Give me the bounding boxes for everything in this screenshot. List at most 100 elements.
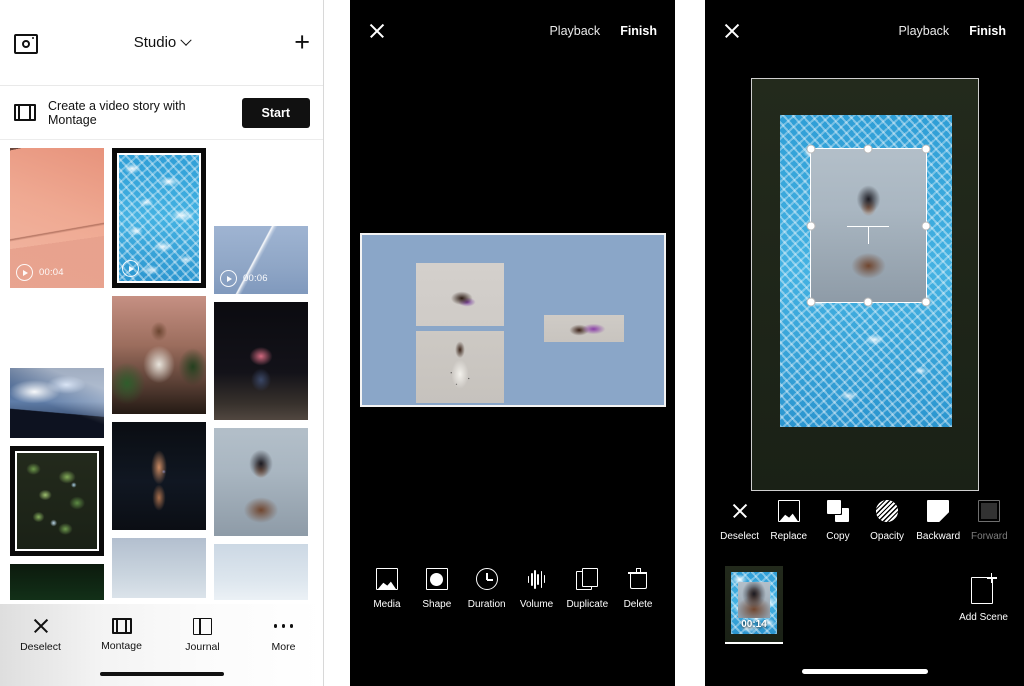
thumbnail-image	[214, 544, 308, 600]
media-thumb-beaded-portrait[interactable]	[214, 428, 308, 536]
volume-tool-button[interactable]: Volume	[517, 568, 557, 610]
video-duration: 00:06	[243, 273, 268, 284]
tool-label: Forward	[971, 531, 1008, 542]
resize-handle-bottom-left[interactable]	[806, 298, 815, 307]
phone-panel-scene-editor: Playback Finish Media	[350, 0, 675, 686]
film-strip-icon	[14, 104, 36, 121]
media-thumb-raised-hand[interactable]	[112, 422, 206, 530]
resize-handle-top-center[interactable]	[864, 145, 873, 154]
media-thumb-crouching-figure[interactable]	[214, 302, 308, 420]
resize-handle-top-right[interactable]	[921, 145, 930, 154]
add-scene-button[interactable]: Add Scene	[959, 574, 1008, 623]
canvas-clip-torso[interactable]	[416, 331, 504, 403]
close-icon[interactable]	[368, 22, 386, 40]
send-backward-icon	[927, 500, 949, 522]
more-button[interactable]: More	[249, 618, 319, 653]
finish-button[interactable]: Finish	[969, 24, 1006, 38]
deselect-button[interactable]: Deselect	[6, 617, 76, 653]
media-thumb-salmon-wall[interactable]: 00:04	[10, 148, 104, 288]
duration-tool-button[interactable]: Duration	[467, 568, 507, 610]
forward-tool-button[interactable]: Forward	[969, 500, 1009, 542]
tool-label: Shape	[422, 599, 451, 610]
chevron-down-icon[interactable]	[181, 34, 192, 45]
playback-button[interactable]: Playback	[549, 24, 600, 38]
scene-progress-bar	[725, 642, 783, 645]
playback-button[interactable]: Playback	[898, 24, 949, 38]
resize-handle-bottom-right[interactable]	[921, 298, 930, 307]
center-crosshair-vertical	[868, 226, 869, 244]
trash-icon	[627, 568, 649, 590]
media-thumb-pale-sky[interactable]	[112, 538, 206, 598]
media-thumb-child-with-stick[interactable]	[112, 296, 206, 414]
add-scene-label: Add Scene	[959, 612, 1008, 623]
scene-canvas-wrap	[350, 233, 675, 407]
thumbnail-image	[112, 296, 206, 414]
plus-icon[interactable]: +	[294, 29, 310, 56]
selection-box[interactable]	[810, 148, 927, 303]
shape-tool-button[interactable]: Shape	[417, 568, 457, 610]
resize-handle-middle-right[interactable]	[921, 221, 930, 230]
close-icon[interactable]	[723, 22, 741, 40]
screenshot-stage: Studio + Create a video story with Monta…	[0, 0, 1024, 686]
finish-button[interactable]: Finish	[620, 24, 657, 38]
media-grid[interactable]: 00:04	[0, 140, 324, 600]
canvas-clip-side-face[interactable]	[544, 315, 624, 342]
media-thumb-pool-water[interactable]	[112, 148, 206, 288]
layer-canvas[interactable]	[751, 78, 979, 491]
home-indicator	[100, 672, 224, 676]
media-grid-column: 00:06	[214, 148, 308, 600]
image-icon	[376, 568, 398, 590]
film-strip-icon	[112, 618, 132, 634]
x-icon	[32, 617, 50, 635]
camera-icon[interactable]	[14, 32, 38, 54]
journal-icon	[193, 618, 212, 635]
tab-label: Deselect	[20, 641, 61, 653]
replace-tool-button[interactable]: Replace	[769, 500, 809, 542]
thumbnail-image	[10, 564, 104, 600]
media-tool-button[interactable]: Media	[367, 568, 407, 610]
phone-panel-layer-editor: Playback Finish	[705, 0, 1024, 686]
opacity-tool-button[interactable]: Opacity	[867, 500, 907, 542]
backward-tool-button[interactable]: Backward	[916, 500, 960, 542]
play-icon	[16, 264, 33, 281]
copy-tool-button[interactable]: Copy	[818, 500, 858, 542]
tool-label: Delete	[624, 599, 653, 610]
studio-title-group: Studio	[0, 0, 324, 85]
clip-image	[544, 315, 624, 342]
video-badge: 00:06	[220, 270, 268, 287]
resize-handle-middle-left[interactable]	[806, 221, 815, 230]
timeline-scene-thumbnail[interactable]: 00:14	[725, 566, 783, 644]
resize-handle-top-left[interactable]	[806, 145, 815, 154]
scene-timeline: 00:14 Add Scene	[705, 566, 1024, 650]
thumbnail-image	[15, 451, 99, 551]
audio-waveform-icon	[526, 568, 548, 590]
media-thumb-mountain-clouds[interactable]	[10, 368, 104, 438]
scene-canvas[interactable]	[360, 233, 666, 407]
canvas-clip-head[interactable]	[416, 263, 504, 326]
tool-label: Deselect	[720, 531, 759, 542]
duplicate-tool-button[interactable]: Duplicate	[566, 568, 608, 610]
bring-forward-icon	[978, 500, 1000, 522]
media-thumb-dark-foliage[interactable]	[10, 564, 104, 600]
delete-tool-button[interactable]: Delete	[618, 568, 658, 610]
clip-image	[416, 263, 504, 326]
media-thumb-contrail-sky[interactable]: 00:06	[214, 226, 308, 294]
resize-handle-bottom-center[interactable]	[864, 298, 873, 307]
bottom-action-bar: Deselect Montage Journal More	[0, 604, 324, 686]
add-scene-icon	[971, 574, 997, 604]
tool-label: Replace	[770, 531, 807, 542]
deselect-tool-button[interactable]: Deselect	[720, 502, 760, 542]
video-badge: 00:04	[16, 264, 64, 281]
editor-header: Playback Finish	[350, 0, 675, 62]
media-thumb-light-sky[interactable]	[214, 544, 308, 600]
opacity-icon	[876, 500, 898, 522]
play-icon	[220, 270, 237, 287]
media-thumb-lily-pads[interactable]	[10, 446, 104, 556]
scene-thumb-portrait-layer	[738, 582, 770, 618]
media-grid-column	[112, 148, 206, 598]
journal-button[interactable]: Journal	[168, 618, 238, 653]
shape-circle-icon	[426, 568, 448, 590]
montage-button[interactable]: Montage	[87, 618, 157, 652]
thumbnail-image	[10, 368, 104, 438]
start-button[interactable]: Start	[242, 98, 310, 128]
